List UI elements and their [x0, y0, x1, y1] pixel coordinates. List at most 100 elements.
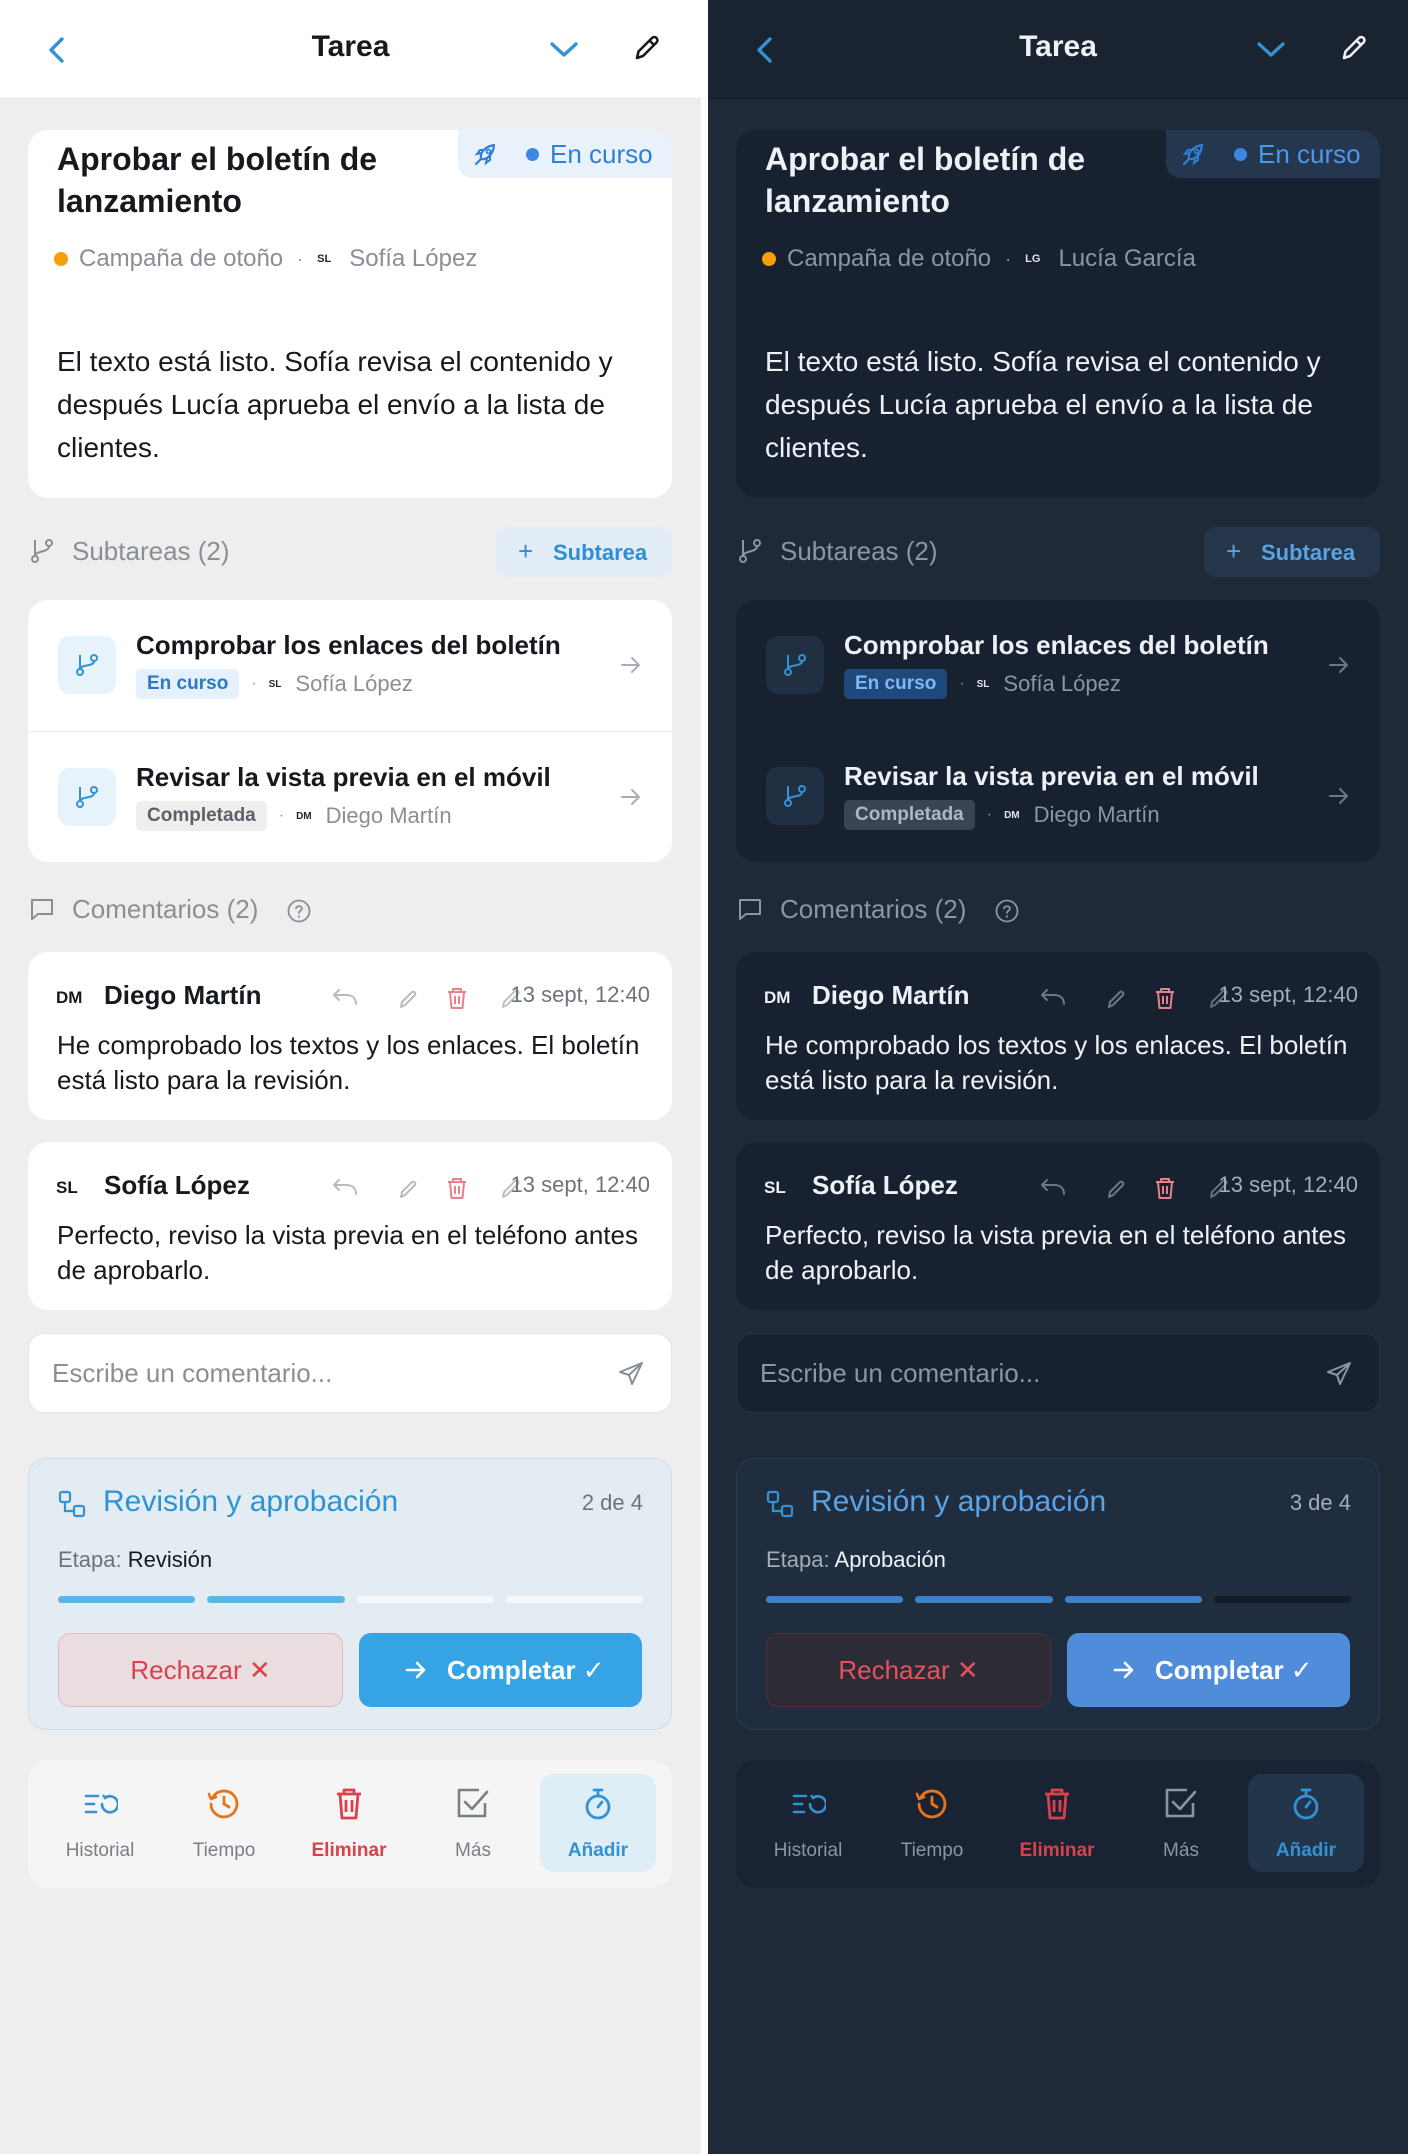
- tab-eliminar[interactable]: Eliminar: [291, 1774, 407, 1872]
- project-name[interactable]: Campaña de otoño: [79, 245, 283, 273]
- history-icon: [792, 1794, 826, 1814]
- subtask-assignee: Sofía López: [1003, 671, 1121, 696]
- timer-icon: [1293, 1788, 1319, 1820]
- reply-icon[interactable]: [333, 1179, 357, 1195]
- subtask-title: Revisar la vista previa en el móvil: [136, 762, 551, 792]
- pencil-icon[interactable]: [1108, 990, 1125, 1008]
- status-badge[interactable]: En curso: [1166, 130, 1380, 178]
- tab-tiempo[interactable]: Tiempo: [166, 1774, 282, 1872]
- progress-segment: [766, 1596, 904, 1603]
- comment-actions: [333, 1178, 466, 1199]
- tab-anadir[interactable]: Añadir: [540, 1774, 656, 1872]
- task-meta: Campaña de otoño · SL Sofía López: [54, 244, 477, 274]
- plus-icon: +: [518, 536, 534, 566]
- tab-label: Eliminar: [1019, 1840, 1095, 1861]
- arrow-right-icon: [1113, 1661, 1134, 1679]
- tab-eliminar[interactable]: Eliminar: [999, 1774, 1115, 1872]
- tab-mas[interactable]: Más: [1123, 1774, 1239, 1872]
- workflow-progress: [58, 1596, 643, 1603]
- progress-segment: [58, 1596, 196, 1603]
- comment-item: DM Diego Martín 13 sept, 12:40 He compro…: [28, 952, 672, 1120]
- project-name[interactable]: Campaña de otoño: [787, 245, 991, 273]
- subtask-icon-box: [766, 767, 824, 825]
- status-badge[interactable]: En curso: [458, 130, 672, 178]
- arrow-right-icon: [1329, 788, 1348, 804]
- top-bar: Tarea: [708, 0, 1408, 99]
- subtask-item[interactable]: Revisar la vista previa en el móvil Comp…: [736, 731, 1380, 862]
- assignee-name[interactable]: Sofía López: [349, 245, 477, 273]
- tab-anadir[interactable]: Añadir: [1248, 1774, 1364, 1872]
- tab-label: Eliminar: [311, 1840, 387, 1861]
- chevron-down-icon[interactable]: [1254, 36, 1288, 62]
- help-icon[interactable]: [994, 898, 1020, 924]
- trash-icon[interactable]: [1156, 1178, 1174, 1199]
- subtask-icon-box: [58, 768, 116, 826]
- tab-historial[interactable]: Historial: [750, 1774, 866, 1872]
- subtask-meta: En curso · SL Sofía López: [136, 668, 413, 700]
- reply-icon[interactable]: [333, 989, 357, 1005]
- send-icon[interactable]: [1325, 1360, 1353, 1388]
- trash-icon[interactable]: [1156, 988, 1174, 1009]
- trash-icon[interactable]: [448, 988, 466, 1009]
- comment-item: SL Sofía López 13 sept, 12:40 Perfecto, …: [736, 1142, 1380, 1310]
- pencil-icon[interactable]: [400, 1180, 417, 1198]
- pencil-icon[interactable]: [631, 32, 663, 64]
- subtask-list: Comprobar los enlaces del boletín En cur…: [736, 600, 1380, 862]
- subtask-item[interactable]: Revisar la vista previa en el móvil Comp…: [28, 731, 672, 862]
- chevron-down-icon[interactable]: [547, 36, 581, 62]
- clock-icon: [915, 1789, 947, 1819]
- complete-button[interactable]: Completar ✓: [1067, 1633, 1350, 1707]
- comment-date: 13 sept, 12:40: [510, 982, 650, 1007]
- tab-tiempo[interactable]: Tiempo: [874, 1774, 990, 1872]
- reject-button[interactable]: Rechazar ✕: [58, 1633, 343, 1707]
- send-icon[interactable]: [617, 1360, 645, 1388]
- subtask-meta: Completada · DM Diego Martín: [136, 800, 452, 832]
- history-icon: [84, 1794, 118, 1814]
- subtask-item[interactable]: Comprobar los enlaces del boletín En cur…: [28, 600, 672, 731]
- workflow-stage: Etapa: Aprobación: [766, 1547, 946, 1573]
- add-subtask-button[interactable]: + Subtarea: [1204, 527, 1380, 577]
- subtask-assignee: Sofía López: [295, 671, 413, 696]
- complete-button[interactable]: Completar ✓: [359, 1633, 642, 1707]
- help-icon[interactable]: [286, 898, 312, 924]
- task-detail-panel-dark: Tarea Aprobar el boletín de lanzamiento …: [708, 0, 1408, 2154]
- meta-separator: ·: [986, 806, 993, 823]
- reply-icon[interactable]: [1041, 989, 1065, 1005]
- subtask-status-badge: Completada: [136, 801, 267, 831]
- comments-heading: Comentarios (2): [780, 894, 967, 924]
- arrow-right-icon: [621, 789, 640, 805]
- pencil-icon[interactable]: [1108, 1180, 1125, 1198]
- comment-text: He comprobado los textos y los enlaces. …: [765, 1030, 1348, 1095]
- trash-icon[interactable]: [448, 1178, 466, 1199]
- meta-separator: ·: [278, 807, 285, 824]
- pencil-icon[interactable]: [1338, 32, 1370, 64]
- assignee-name[interactable]: Lucía García: [1058, 245, 1195, 273]
- comment-author: Diego Martín: [812, 980, 970, 1010]
- tab-mas[interactable]: Más: [415, 1774, 531, 1872]
- tab-historial[interactable]: Historial: [42, 1774, 158, 1872]
- add-subtask-button[interactable]: + Subtarea: [496, 527, 672, 577]
- comment-actions: [1041, 1178, 1174, 1199]
- workflow-stage: Etapa: Revisión: [58, 1547, 212, 1573]
- comment-icon: [31, 899, 53, 920]
- arrow-right-icon: [621, 657, 640, 673]
- subtask-icon-box: [58, 636, 116, 694]
- subtask-item[interactable]: Comprobar los enlaces del boletín En cur…: [736, 600, 1380, 731]
- comment-author: Diego Martín: [104, 980, 262, 1010]
- subtasks-heading: Subtareas (2): [780, 536, 938, 566]
- workflow-step-count: 3 de 4: [1289, 1490, 1351, 1515]
- task-card: Aprobar el boletín de lanzamiento En cur…: [28, 130, 672, 498]
- comment-input[interactable]: Escribe un comentario...: [28, 1333, 672, 1413]
- pencil-icon[interactable]: [400, 990, 417, 1008]
- comment-author: Sofía López: [104, 1170, 250, 1200]
- status-dot: [526, 148, 539, 161]
- reject-button[interactable]: Rechazar ✕: [766, 1633, 1051, 1707]
- subtask-assignee-avatar: DM: [296, 810, 312, 822]
- comment-input[interactable]: Escribe un comentario...: [736, 1333, 1380, 1413]
- add-subtask-label: Subtarea: [1261, 540, 1356, 565]
- comment-avatar: DM: [56, 988, 83, 1007]
- reply-icon[interactable]: [1041, 1179, 1065, 1195]
- complete-label: Completar ✓: [447, 1655, 605, 1685]
- comment-item: DM Diego Martín 13 sept, 12:40 He compro…: [736, 952, 1380, 1120]
- stage-key: Etapa:: [766, 1547, 830, 1572]
